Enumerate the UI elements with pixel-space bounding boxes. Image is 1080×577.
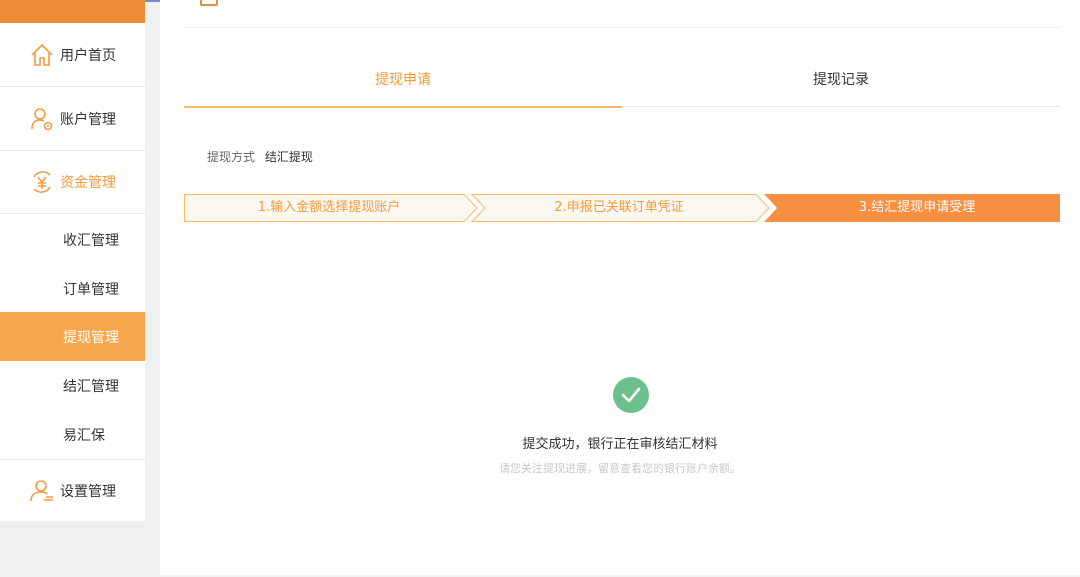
tab-label: 提现申请 <box>375 72 431 88</box>
sidebar-subitem-label: 提现管理 <box>63 329 119 346</box>
sidebar-subitem-settlement[interactable]: 结汇管理 <box>0 361 145 410</box>
user-gear-icon <box>29 106 55 132</box>
sidebar-item-funds[interactable]: 资金管理 <box>0 151 145 214</box>
step-progress-bar: 1.输入金额选择提现账户 2.申报已关联订单凭证 3.结汇提现申请受理 <box>184 194 1060 222</box>
withdraw-method-row: 提现方式 结汇提现 <box>207 148 313 165</box>
tab-withdraw-apply[interactable]: 提现申请 <box>184 52 622 108</box>
home-icon <box>29 42 55 68</box>
sidebar-subitem-withdrawal[interactable]: 提现管理 <box>0 312 145 361</box>
sidebar-item-label: 设置管理 <box>60 483 116 500</box>
header-square-icon <box>200 0 218 6</box>
step-3-label: 3.结汇提现申请受理 <box>858 200 976 215</box>
user-settings-icon <box>29 478 55 504</box>
sidebar-subitem-yihuibao[interactable]: 易汇保 <box>0 410 145 459</box>
success-check-icon <box>613 377 649 413</box>
yuan-exchange-icon <box>29 169 55 195</box>
sidebar-item-label: 资金管理 <box>60 175 116 191</box>
sidebar-brand-strip <box>0 0 145 23</box>
sidebar-item-home[interactable]: 用户首页 <box>0 23 145 87</box>
withdraw-method-label: 提现方式 <box>207 150 256 164</box>
sidebar-item-label: 用户首页 <box>60 47 116 64</box>
sidebar-subitem-orders[interactable]: 订单管理 <box>0 264 145 313</box>
tab-label: 提现记录 <box>813 72 869 88</box>
sidebar: 用户首页 账户管理 资金管理 收汇管理 订单管理 提现管理 结汇管理 易汇保 设… <box>0 0 145 521</box>
sidebar-subitem-label: 订单管理 <box>63 281 119 298</box>
tab-withdraw-records[interactable]: 提现记录 <box>622 52 1060 107</box>
sidebar-subitem-label: 易汇保 <box>63 427 105 444</box>
sidebar-subitem-receipts[interactable]: 收汇管理 <box>0 215 145 264</box>
sidebar-item-label: 账户管理 <box>60 111 116 128</box>
sidebar-subitem-label: 结汇管理 <box>63 378 119 395</box>
step-1-label: 1.输入金额选择提现账户 <box>257 200 401 215</box>
withdraw-method-value: 结汇提现 <box>264 150 313 164</box>
sidebar-item-settings[interactable]: 设置管理 <box>0 459 145 521</box>
step-2-label: 2.申报已关联订单凭证 <box>554 200 684 215</box>
success-message: 提交成功，银行正在审核结汇材料 <box>522 437 718 452</box>
header-strip <box>184 0 1060 28</box>
sidebar-item-account[interactable]: 账户管理 <box>0 87 145 151</box>
main-panel: 提现申请 提现记录 提现方式 结汇提现 1.输入金额选择提现账户 2.申报已关联… <box>160 0 1080 575</box>
sidebar-subitem-label: 收汇管理 <box>63 232 119 249</box>
success-hint: 请您关注提现进展，留意查看您的银行账户余额。 <box>499 462 741 475</box>
